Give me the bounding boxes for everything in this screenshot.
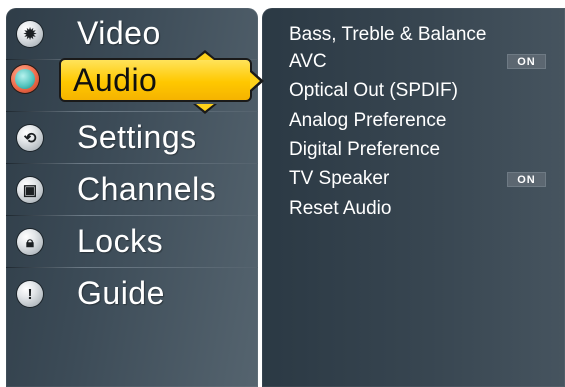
lock-icon: 🔒︎ — [17, 229, 43, 255]
menu-item-label: Video — [77, 15, 161, 51]
menu-item-settings[interactable]: ⟲ Settings — [6, 112, 258, 164]
settings-icon: ⟲ — [17, 125, 43, 151]
arrow-right-fill — [250, 72, 260, 90]
speaker-icon — [11, 65, 39, 93]
arrow-up-fill — [196, 53, 214, 60]
menu-item-label: Settings — [77, 119, 197, 155]
avc-status-badge: ON — [507, 54, 546, 69]
selected-item-label[interactable]: Audio — [73, 62, 157, 99]
submenu-item-digital-preference[interactable]: Digital Preference — [289, 139, 440, 161]
tv-speaker-status-badge: ON — [507, 172, 546, 187]
menu-item-label: Guide — [77, 275, 165, 311]
menu-item-label: Locks — [77, 223, 164, 259]
submenu-item-optical-out[interactable]: Optical Out (SPDIF) — [289, 80, 458, 102]
menu-item-channels[interactable]: ▣ Channels — [6, 164, 258, 216]
submenu-item-analog-preference[interactable]: Analog Preference — [289, 110, 446, 132]
menu-item-label: Channels — [77, 171, 217, 207]
submenu-item-reset-audio[interactable]: Reset Audio — [289, 198, 391, 220]
info-icon: ! — [17, 281, 43, 307]
submenu-item-avc[interactable]: AVC — [289, 51, 327, 73]
menu-item-video[interactable]: ✹ Video — [6, 8, 258, 60]
submenu-item-bass-treble-balance[interactable]: Bass, Treble & Balance — [289, 24, 487, 46]
arrow-down-fill — [196, 104, 214, 111]
tv-icon: ▣ — [17, 177, 43, 203]
menu-item-guide[interactable]: ! Guide — [6, 268, 258, 320]
submenu-item-tv-speaker[interactable]: TV Speaker — [289, 168, 389, 190]
menu-item-locks[interactable]: 🔒︎ Locks — [6, 216, 258, 268]
gear-icon: ✹ — [17, 21, 43, 47]
